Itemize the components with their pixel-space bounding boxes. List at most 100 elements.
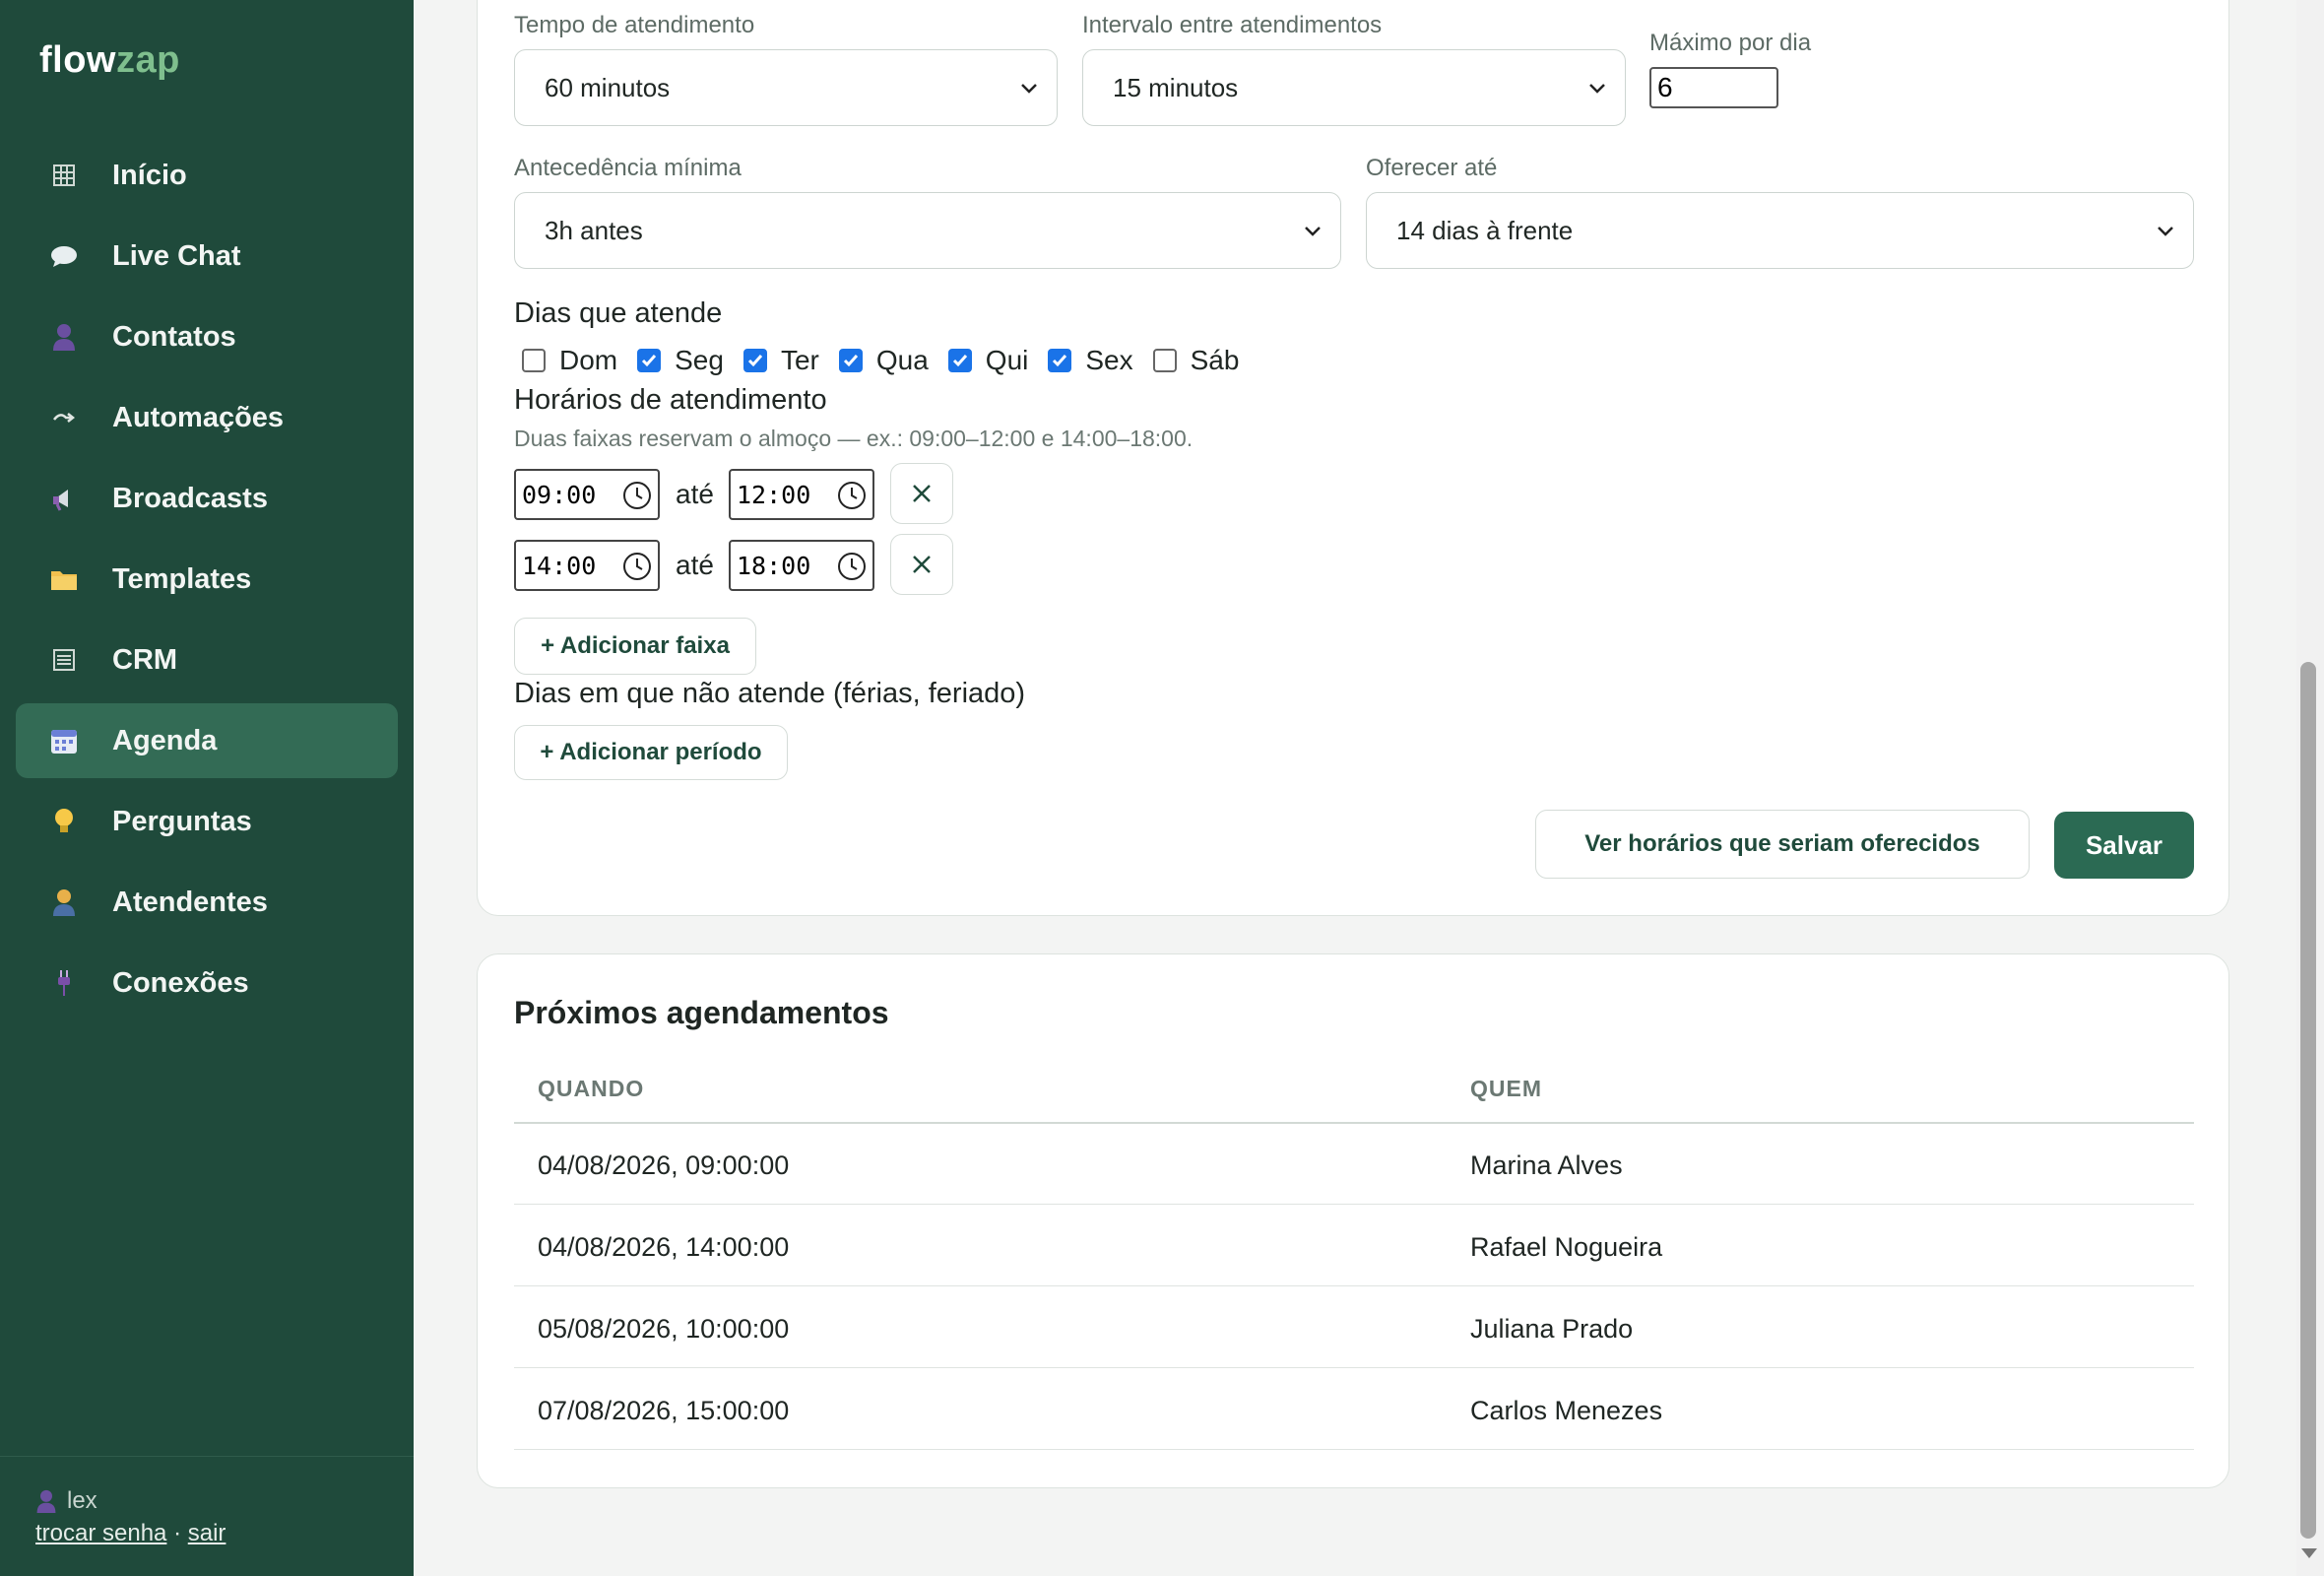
sidebar-item-label: Templates	[112, 562, 252, 595]
interval-select[interactable]: 15 minutos	[1082, 49, 1626, 126]
day-ter[interactable]: Ter	[742, 345, 819, 376]
scrollbar-thumb[interactable]	[2300, 662, 2316, 1539]
sidebar-item-label: Automações	[112, 401, 285, 433]
off-days-title: Dias em que não atende (férias, feriado)	[514, 678, 1026, 709]
megaphone-icon	[49, 484, 79, 513]
row-divider	[514, 1449, 2194, 1450]
table-cell-when: 05/08/2026, 10:00:00	[538, 1314, 790, 1344]
day-label: Qua	[875, 345, 929, 375]
remove-range-1-button[interactable]	[890, 463, 953, 524]
account-links: trocar senha · sair	[35, 1520, 226, 1547]
range-2-end-input[interactable]: 18:00	[729, 540, 874, 591]
table-cell-when: 04/08/2026, 14:00:00	[538, 1232, 790, 1262]
day-seg[interactable]: Seg	[637, 345, 724, 376]
sidebar-item-label: Contatos	[112, 320, 236, 353]
sidebar-item-live-chat[interactable]: Live Chat	[16, 219, 398, 294]
day-label: Sex	[1085, 345, 1133, 375]
link-separator: ·	[173, 1520, 182, 1546]
sidebar-item-label: Início	[112, 159, 187, 191]
sidebar-item-templates[interactable]: Templates	[16, 542, 398, 617]
logout-link[interactable]: sair	[188, 1520, 226, 1546]
row-divider	[514, 1367, 2194, 1368]
sidebar-item-agenda[interactable]: Agenda	[16, 703, 398, 778]
sidebar-divider	[0, 1456, 414, 1457]
table-cell-who: Carlos Menezes	[1470, 1396, 1663, 1425]
weekday-checkboxes: Dom Seg Ter Qua Qui Sex Sáb	[522, 345, 1259, 376]
max-per-day-input[interactable]: 6	[1649, 67, 1778, 108]
checkbox[interactable]	[1152, 349, 1177, 372]
day-qui[interactable]: Qui	[947, 345, 1028, 376]
hours-hint: Duas faixas reservam o almoço — ex.: 09:…	[514, 426, 1194, 451]
clock-icon[interactable]	[837, 552, 867, 581]
change-password-link[interactable]: trocar senha	[35, 1520, 166, 1546]
interval-value: 15 minutos	[1113, 72, 1239, 102]
sidebar-item-automacoes[interactable]: Automações	[16, 380, 398, 455]
checkbox[interactable]	[522, 349, 546, 372]
check-icon	[843, 355, 858, 367]
sidebar-item-contatos[interactable]: Contatos	[16, 299, 398, 374]
hours-title: Horários de atendimento	[514, 384, 827, 416]
time-value: 18:00	[737, 551, 811, 580]
arrow-icon	[49, 403, 79, 432]
table-header-divider	[514, 1122, 2194, 1124]
sidebar-item-label: Broadcasts	[112, 482, 268, 514]
remove-range-2-button[interactable]	[890, 534, 953, 595]
range-1-start-input[interactable]: 09:00	[514, 469, 660, 520]
sidebar-item-inicio[interactable]: Início	[16, 138, 398, 213]
sidebar-nav: Início Live Chat Contatos Automações Bro…	[16, 138, 398, 1026]
interval-label: Intervalo entre atendimentos	[1082, 12, 1383, 38]
add-range-button[interactable]: + Adicionar faixa	[514, 618, 756, 675]
preview-slots-button[interactable]: Ver horários que seriam oferecidos	[1535, 810, 2030, 879]
check-icon	[747, 355, 763, 367]
min-notice-label: Antecedência mínima	[514, 155, 742, 181]
chevron-down-icon	[2158, 227, 2173, 236]
duration-label: Tempo de atendimento	[514, 12, 755, 38]
calendar-icon	[49, 726, 79, 755]
duration-select[interactable]: 60 minutos	[514, 49, 1058, 126]
grid-icon	[49, 161, 79, 190]
range-2-start-input[interactable]: 14:00	[514, 540, 660, 591]
offer-until-select[interactable]: 14 dias à frente	[1366, 192, 2194, 269]
checkbox[interactable]	[637, 349, 662, 372]
sidebar-item-broadcasts[interactable]: Broadcasts	[16, 461, 398, 536]
table-cell-who: Marina Alves	[1470, 1150, 1623, 1180]
user-name: lex	[67, 1487, 97, 1514]
sidebar-item-atendentes[interactable]: Atendentes	[16, 865, 398, 940]
offer-until-value: 14 dias à frente	[1396, 215, 1574, 245]
min-notice-select[interactable]: 3h antes	[514, 192, 1341, 269]
save-button[interactable]: Salvar	[2054, 812, 2194, 879]
table-cell-when: 07/08/2026, 15:00:00	[538, 1396, 790, 1425]
sidebar-item-label: Agenda	[112, 724, 218, 756]
close-icon	[913, 485, 931, 502]
agent-icon	[49, 887, 79, 917]
check-icon	[952, 355, 967, 367]
day-sex[interactable]: Sex	[1048, 345, 1133, 376]
sidebar-item-label: CRM	[112, 643, 178, 676]
scroll-down-arrow-icon[interactable]	[2301, 1548, 2317, 1558]
sidebar-item-label: Perguntas	[112, 805, 252, 837]
day-dom[interactable]: Dom	[522, 345, 617, 376]
sidebar-item-crm[interactable]: CRM	[16, 623, 398, 697]
range-1-end-input[interactable]: 12:00	[729, 469, 874, 520]
add-period-button[interactable]: + Adicionar período	[514, 725, 788, 780]
folder-icon	[49, 564, 79, 594]
day-sab[interactable]: Sáb	[1152, 345, 1240, 376]
current-user: lex	[35, 1487, 97, 1515]
checkbox[interactable]	[742, 349, 767, 372]
sidebar-item-conexoes[interactable]: Conexões	[16, 946, 398, 1020]
duration-value: 60 minutos	[545, 72, 671, 102]
table-cell-when: 04/08/2026, 09:00:00	[538, 1150, 790, 1180]
checkbox[interactable]	[947, 349, 972, 372]
day-label: Dom	[559, 345, 618, 375]
checkbox[interactable]	[1048, 349, 1072, 372]
clock-icon[interactable]	[837, 481, 867, 510]
clock-icon[interactable]	[622, 552, 652, 581]
sidebar-item-label: Atendentes	[112, 886, 268, 918]
sidebar-item-perguntas[interactable]: Perguntas	[16, 784, 398, 859]
day-qua[interactable]: Qua	[838, 345, 929, 376]
max-per-day-label: Máximo por dia	[1649, 30, 1812, 56]
checkbox[interactable]	[838, 349, 863, 372]
logo[interactable]: flowzap	[39, 39, 180, 82]
day-label: Sáb	[1190, 345, 1240, 375]
clock-icon[interactable]	[622, 481, 652, 510]
